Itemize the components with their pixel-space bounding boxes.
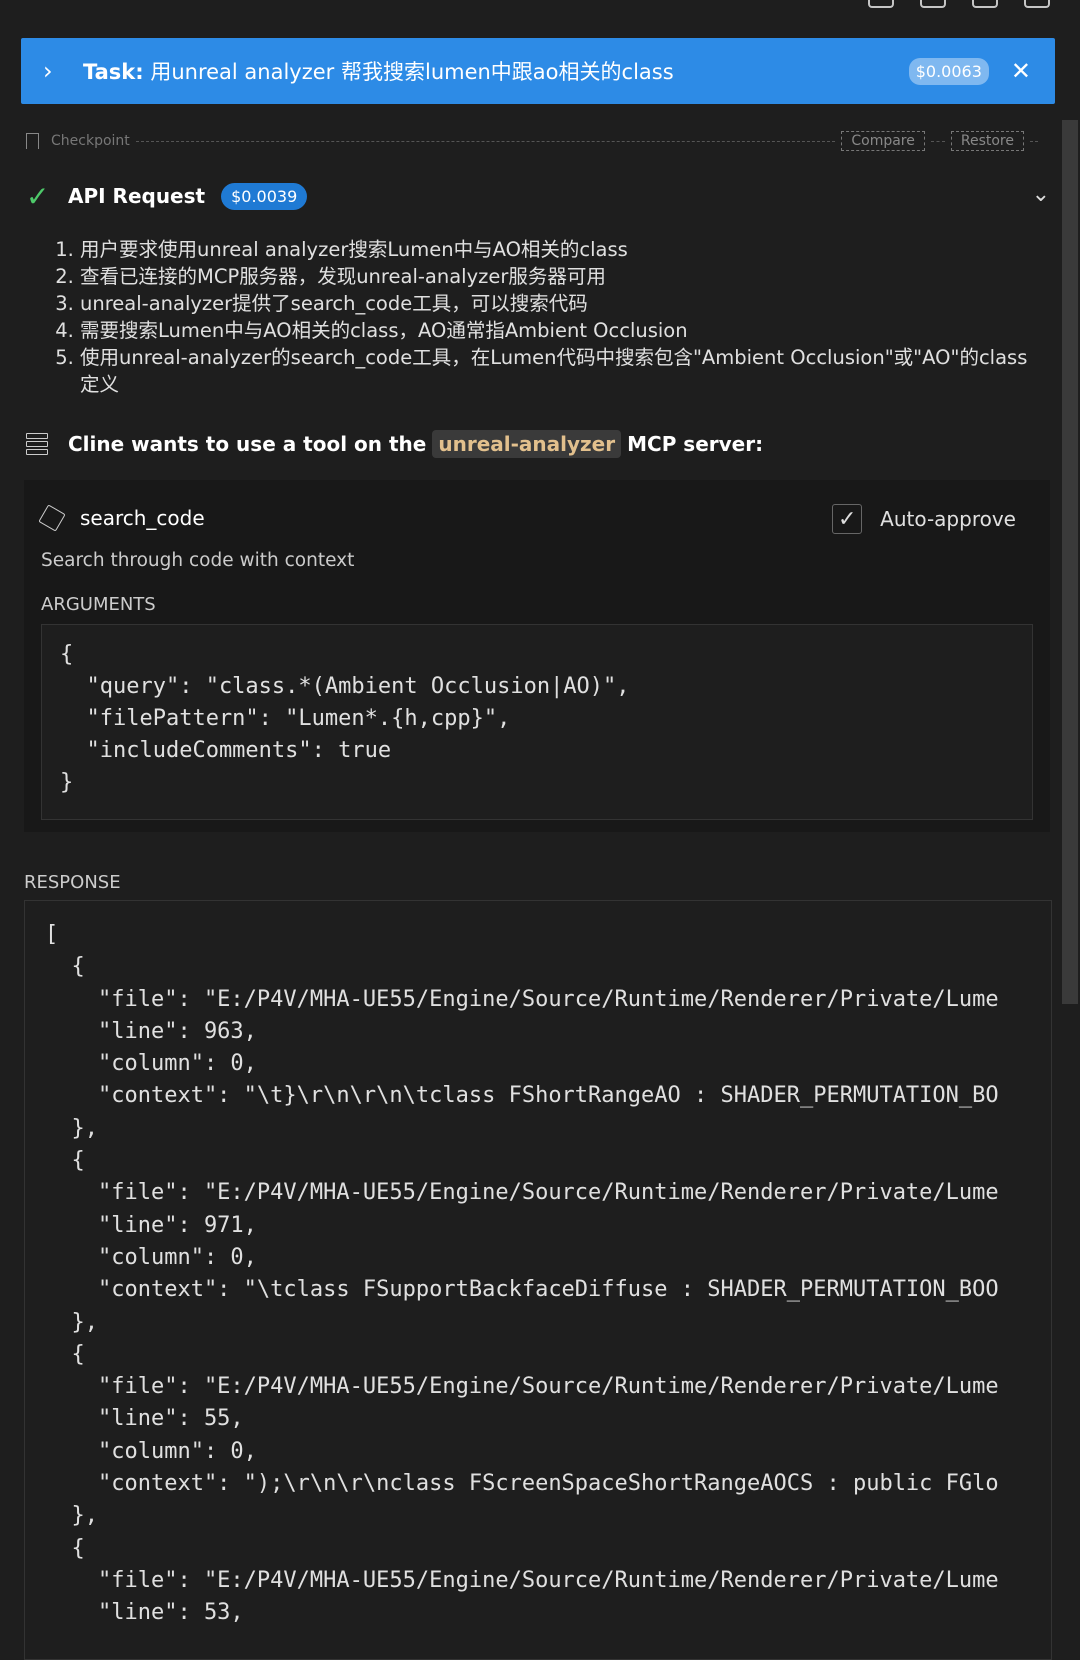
checkbox[interactable]: ✓ [832, 504, 863, 534]
arguments-label: ARGUMENTS [41, 594, 156, 615]
checkpoint-label: Checkpoint [51, 133, 130, 149]
tool-name-row: search_code [38, 504, 205, 532]
list-item: unreal-analyzer提供了search_code工具，可以搜索代码 [80, 290, 1040, 317]
auto-approve-label: Auto-approve [880, 507, 1016, 531]
task-banner[interactable]: › Task: 用unreal analyzer 帮我搜索lumen中跟ao相关… [21, 38, 1055, 104]
list-item: 使用unreal-analyzer的search_code工具，在Lumen代码… [80, 344, 1040, 398]
arguments-code: { "query": "class.*(Ambient Occlusion|AO… [41, 624, 1033, 820]
divider [135, 140, 836, 142]
tool-card: search_code ✓ Auto-approve Search throug… [24, 480, 1050, 832]
list-item: 需要搜索Lumen中与AO相关的class，AO通常指Ambient Occlu… [80, 317, 1040, 344]
list-item: 查看已连接的MCP服务器，发现unreal-analyzer服务器可用 [80, 263, 1040, 290]
server-name: unreal-analyzer [432, 430, 622, 458]
scrollbar[interactable] [1062, 120, 1078, 1004]
top-toolbar [868, 0, 1050, 8]
toolbar-icon[interactable] [868, 0, 894, 8]
mcp-tool-header: Cline wants to use a tool on the unreal-… [26, 430, 763, 458]
divider [1030, 140, 1038, 142]
chevron-down-icon[interactable]: ⌄ [1032, 182, 1050, 207]
mcp-prefix: Cline wants to use a tool on the [68, 432, 427, 456]
toolbar-icon[interactable] [972, 0, 998, 8]
server-icon [26, 433, 48, 455]
reasoning-steps: 用户要求使用unreal analyzer搜索Lumen中与AO相关的class… [56, 236, 1040, 398]
task-title: Task: 用unreal analyzer 帮我搜索lumen中跟ao相关的c… [83, 56, 909, 86]
list-item: 用户要求使用unreal analyzer搜索Lumen中与AO相关的class [80, 236, 1040, 263]
api-request-label: API Request [68, 184, 206, 208]
toolbar-icon[interactable] [920, 0, 946, 8]
api-cost-badge: $0.0039 [221, 182, 308, 210]
divider [930, 140, 945, 142]
checkpoint-row: Checkpoint Compare Restore [26, 130, 1044, 152]
chevron-right-icon[interactable]: › [21, 57, 83, 85]
response-label: RESPONSE [24, 872, 121, 893]
task-text: 用unreal analyzer 帮我搜索lumen中跟ao相关的class [143, 60, 674, 84]
auto-approve-toggle[interactable]: ✓ Auto-approve [832, 504, 1016, 534]
bookmark-icon [26, 133, 39, 150]
api-request-header[interactable]: ✓ API Request $0.0039 ⌄ [26, 179, 1050, 213]
toolbar-icon[interactable] [1024, 0, 1050, 8]
task-cost-badge: $0.0063 [908, 57, 989, 85]
restore-button[interactable]: Restore [950, 131, 1024, 151]
tool-description: Search through code with context [41, 550, 355, 571]
tool-name: search_code [80, 506, 205, 530]
check-icon: ✓ [26, 179, 50, 213]
task-prefix: Task: [83, 60, 144, 84]
cube-icon [38, 504, 66, 532]
response-code: [ { "file": "E:/P4V/MHA-UE55/Engine/Sour… [24, 900, 1052, 1660]
mcp-suffix: MCP server: [627, 432, 764, 456]
compare-button[interactable]: Compare [841, 131, 925, 151]
close-icon[interactable]: ✕ [1011, 57, 1031, 85]
